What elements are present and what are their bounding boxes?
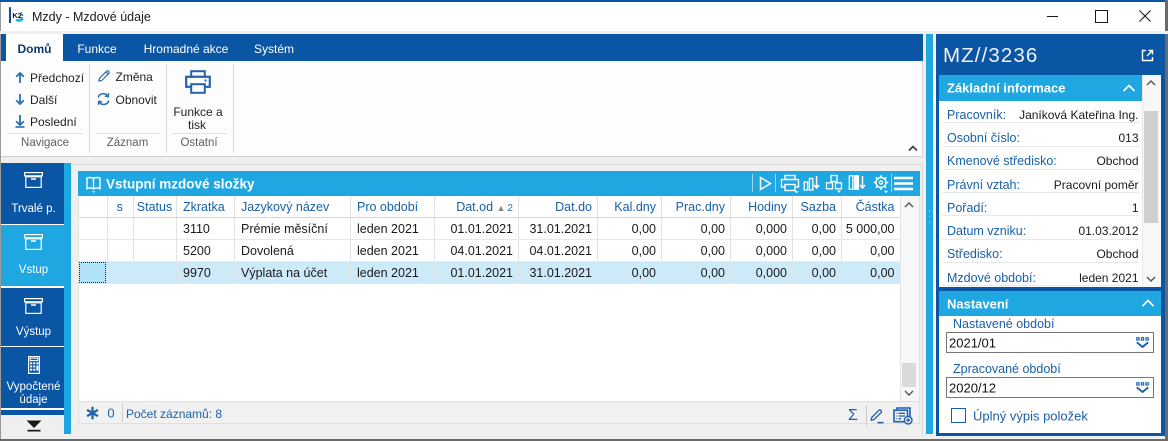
svg-text:K2: K2	[12, 11, 22, 20]
